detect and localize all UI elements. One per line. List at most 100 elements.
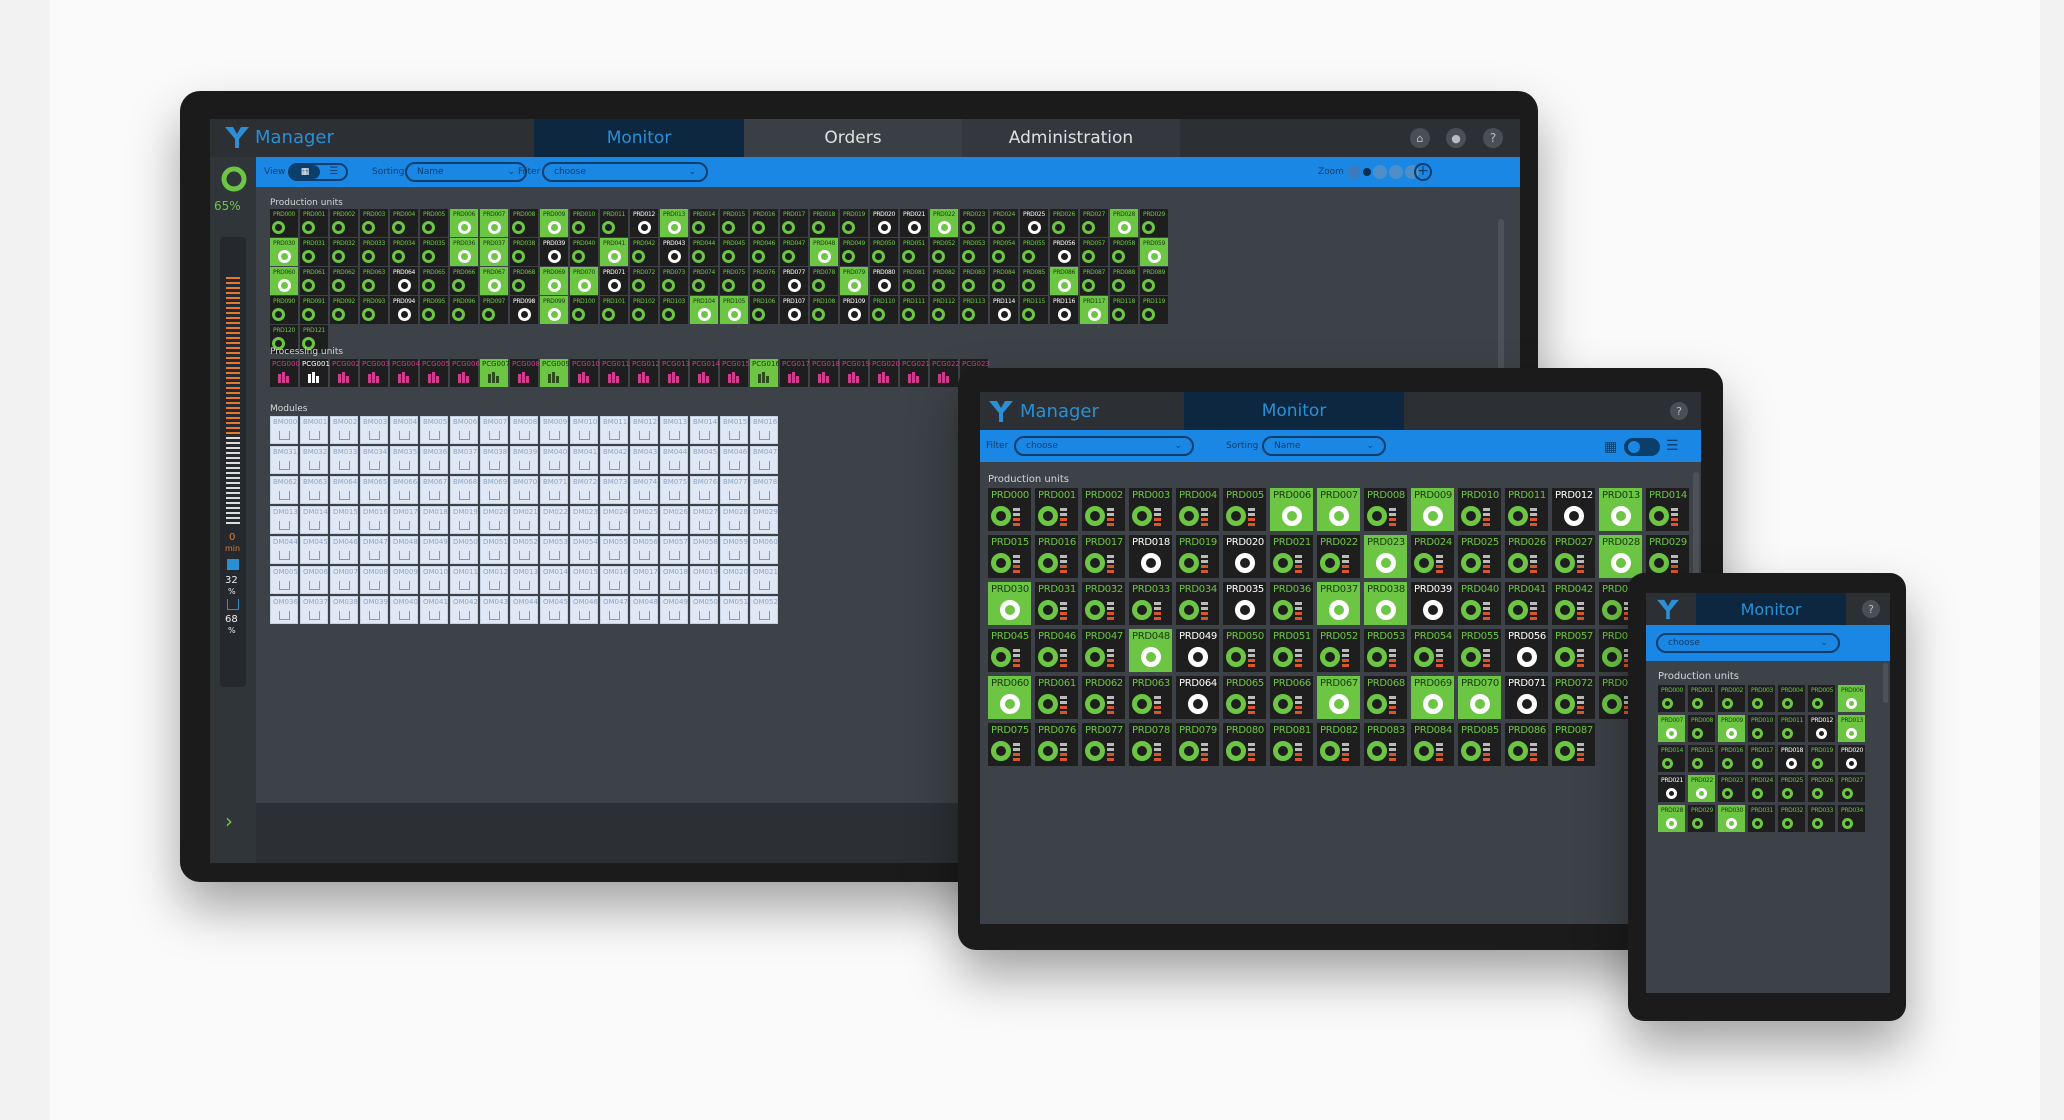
module-card[interactable]: OM038	[330, 596, 358, 624]
production-unit[interactable]: PRD051	[900, 238, 928, 266]
module-card[interactable]: OM019	[690, 566, 718, 594]
production-unit[interactable]: PRD022	[1317, 535, 1360, 578]
production-unit[interactable]: PRD082	[930, 267, 958, 295]
module-card[interactable]: OM008	[360, 566, 388, 594]
production-unit[interactable]: PRD068	[1364, 676, 1407, 719]
production-unit[interactable]: PRD029	[1140, 209, 1168, 237]
production-unit[interactable]: PRD066	[450, 267, 478, 295]
module-card[interactable]: DM021	[510, 506, 538, 534]
module-card[interactable]: BM014	[690, 416, 718, 444]
production-unit[interactable]: PRD014	[1646, 488, 1689, 531]
production-unit[interactable]: PRD080	[870, 267, 898, 295]
module-card[interactable]: BM034	[360, 446, 388, 474]
production-unit[interactable]: PRD029	[1646, 535, 1689, 578]
production-unit[interactable]: PRD111	[900, 296, 928, 324]
production-unit[interactable]: PRD100	[570, 296, 598, 324]
module-card[interactable]: OM021	[750, 566, 778, 594]
module-card[interactable]: DM022	[540, 506, 568, 534]
production-unit[interactable]: PRD028	[1658, 805, 1685, 832]
production-unit[interactable]: PRD014	[1658, 745, 1685, 772]
production-unit[interactable]: PRD065	[1223, 676, 1266, 719]
filter-select[interactable]: choose ⌄	[1014, 436, 1194, 456]
production-unit[interactable]: PRD099	[540, 296, 568, 324]
production-unit[interactable]: PRD023	[960, 209, 988, 237]
help-icon[interactable]: ?	[1483, 128, 1503, 148]
module-card[interactable]: BM042	[600, 446, 628, 474]
module-card[interactable]: OM018	[660, 566, 688, 594]
production-unit[interactable]: PRD034	[1838, 805, 1865, 832]
production-unit[interactable]: PRD087	[1552, 723, 1595, 766]
module-card[interactable]: BM047	[750, 446, 778, 474]
module-card[interactable]: OM006	[300, 566, 328, 594]
production-unit[interactable]: PRD032	[330, 238, 358, 266]
module-card[interactable]: DM016	[360, 506, 388, 534]
module-card[interactable]: DM060	[750, 536, 778, 564]
production-unit[interactable]: PRD086	[1050, 267, 1078, 295]
module-card[interactable]: BM035	[390, 446, 418, 474]
production-unit[interactable]: PRD029	[1688, 805, 1715, 832]
production-unit[interactable]: PRD023	[1364, 535, 1407, 578]
module-card[interactable]: OM049	[660, 596, 688, 624]
production-unit[interactable]: PRD110	[870, 296, 898, 324]
module-card[interactable]: BM012	[630, 416, 658, 444]
module-card[interactable]: BM013	[660, 416, 688, 444]
production-unit[interactable]: PRD088	[1110, 267, 1138, 295]
production-unit[interactable]: PRD016	[1718, 745, 1745, 772]
production-unit[interactable]: PRD026	[1505, 535, 1548, 578]
production-unit[interactable]: PRD071	[600, 267, 628, 295]
production-unit[interactable]: PRD013	[1838, 715, 1865, 742]
production-unit[interactable]: PRD061	[1035, 676, 1078, 719]
grid-view-icon[interactable]: ▦	[290, 165, 320, 179]
production-unit[interactable]: PRD017	[1748, 745, 1775, 772]
module-card[interactable]: DM023	[570, 506, 598, 534]
production-unit[interactable]: PRD047	[780, 238, 808, 266]
production-unit[interactable]: PRD026	[1050, 209, 1078, 237]
production-unit[interactable]: PRD009	[1411, 488, 1454, 531]
production-unit[interactable]: PRD115	[1020, 296, 1048, 324]
module-card[interactable]: DM013	[270, 506, 298, 534]
module-card[interactable]: OM016	[600, 566, 628, 594]
production-unit[interactable]: PRD069	[540, 267, 568, 295]
production-unit[interactable]: PRD013	[660, 209, 688, 237]
production-unit[interactable]: PRD019	[1808, 745, 1835, 772]
production-unit[interactable]: PRD083	[960, 267, 988, 295]
module-card[interactable]: OM014	[540, 566, 568, 594]
production-unit[interactable]: PRD020	[1223, 535, 1266, 578]
filter-select[interactable]: choose ⌄	[1656, 633, 1840, 653]
production-unit[interactable]: PRD054	[990, 238, 1018, 266]
production-unit[interactable]: PRD025	[1778, 775, 1805, 802]
production-unit[interactable]: PRD031	[1748, 805, 1775, 832]
production-unit[interactable]: PRD009	[1718, 715, 1745, 742]
production-unit[interactable]: PRD118	[1110, 296, 1138, 324]
module-card[interactable]: BM063	[300, 476, 328, 504]
production-unit[interactable]: PRD045	[988, 629, 1031, 672]
module-card[interactable]: BM003	[360, 416, 388, 444]
production-unit[interactable]: PRD028	[1599, 535, 1642, 578]
module-card[interactable]: OM017	[630, 566, 658, 594]
production-unit[interactable]: PRD108	[810, 296, 838, 324]
production-unit[interactable]: PRD007	[1317, 488, 1360, 531]
module-card[interactable]: BM043	[630, 446, 658, 474]
production-unit[interactable]: PRD063	[360, 267, 388, 295]
processing-unit[interactable]: PCG001	[300, 359, 330, 387]
production-unit[interactable]: PRD010	[1748, 715, 1775, 742]
production-unit[interactable]: PRD076	[1035, 723, 1078, 766]
processing-unit[interactable]: PCG011	[600, 359, 630, 387]
module-card[interactable]: BM072	[570, 476, 598, 504]
production-unit[interactable]: PRD076	[750, 267, 778, 295]
production-unit[interactable]: PRD023	[1718, 775, 1745, 802]
module-card[interactable]: BM064	[330, 476, 358, 504]
module-card[interactable]: OM041	[420, 596, 448, 624]
production-unit[interactable]: PRD077	[780, 267, 808, 295]
production-unit[interactable]: PRD016	[750, 209, 778, 237]
production-unit[interactable]: PRD073	[660, 267, 688, 295]
production-unit[interactable]: PRD004	[1778, 685, 1805, 712]
production-unit[interactable]: PRD084	[990, 267, 1018, 295]
module-card[interactable]: OM012	[480, 566, 508, 594]
production-unit[interactable]: PRD050	[1223, 629, 1266, 672]
module-card[interactable]: BM068	[450, 476, 478, 504]
grid-view-icon[interactable]: ▦	[1604, 439, 1617, 455]
production-unit[interactable]: PRD107	[780, 296, 808, 324]
module-card[interactable]: DM020	[480, 506, 508, 534]
zoom-in-icon[interactable]: +	[1414, 163, 1432, 181]
